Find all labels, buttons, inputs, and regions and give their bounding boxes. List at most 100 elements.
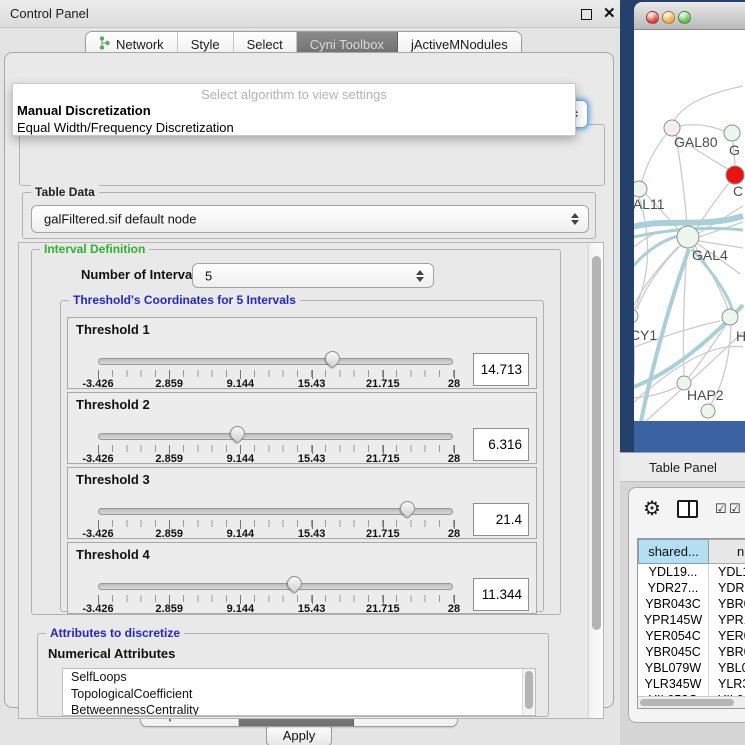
slider-tick-labels: -3.4262.8599.14415.4321.71528 (98, 528, 454, 540)
network-canvas[interactable]: GAL80GCGAL11GAL4GCY1HHAP2 (634, 30, 745, 421)
float-window-icon[interactable] (581, 9, 592, 20)
tick-label: 2.859 (155, 528, 183, 540)
table-row[interactable]: YBR045CYBR0 (638, 644, 745, 660)
network-node-label: GAL80 (674, 134, 718, 150)
zoom-traffic-light-icon[interactable] (678, 11, 691, 24)
threshold-2-value-field[interactable]: 6.316 (473, 428, 529, 461)
table-row[interactable]: YDR27...YDR2 (638, 580, 745, 596)
table-data-label: Table Data (31, 185, 99, 199)
network-edge[interactable] (679, 125, 724, 131)
table-row[interactable]: YBL079WYBL0 (638, 660, 745, 676)
attribute-list-item[interactable]: BetweennessCentrality (63, 702, 535, 716)
table-data-group: Table Data galFiltered.sif default node (22, 192, 596, 239)
table-panel-title: Table Panel (649, 453, 717, 483)
threshold-4-value-field[interactable]: 11.344 (473, 578, 529, 611)
slider-thumb[interactable] (322, 348, 343, 369)
checkbox-icon[interactable]: ☑ (715, 501, 727, 517)
network-node[interactable] (634, 181, 647, 197)
gear-icon[interactable]: ⚙ (643, 496, 661, 521)
control-panel-titlebar: Control Panel ✕ (0, 0, 620, 28)
popup-option-equal-width-frequency[interactable]: Equal Width/Frequency Discretization (17, 120, 234, 135)
settings-vertical-scrollbar[interactable] (588, 243, 603, 718)
interval-definition-group: Interval Definition Number of Intervals … (31, 249, 561, 615)
table-row[interactable]: YER054CYER0 (638, 628, 745, 644)
table-rows: YDL19...YDL1YDR27...YDR2YBR043CYBR0YPR14… (638, 564, 745, 696)
network-node[interactable] (634, 309, 638, 323)
columns-icon[interactable] (677, 500, 698, 518)
network-node-label: GAL11 (634, 196, 665, 212)
table-data-combobox[interactable]: galFiltered.sif default node (31, 205, 589, 233)
popup-option-manual-discretization[interactable]: Manual Discretization (17, 103, 151, 118)
table-cell-name[interactable]: YER0 (709, 628, 745, 644)
table-cell-shared-name[interactable]: YLR345W (638, 676, 709, 692)
table-cell-name[interactable]: YLR3 (709, 676, 745, 692)
minimize-traffic-light-icon[interactable] (662, 11, 675, 24)
network-node[interactable] (726, 166, 744, 184)
table-cell-name[interactable]: YBR0 (709, 596, 745, 612)
table-horizontal-scrollbar[interactable] (638, 696, 745, 708)
network-node[interactable] (724, 125, 740, 141)
table-cell-name[interactable]: YBR0 (709, 644, 745, 660)
table-cell-name[interactable]: YBL0 (709, 660, 745, 676)
threshold-4-slider: -3.4262.8599.14415.4321.71528 (98, 543, 453, 615)
number-of-intervals-value: 5 (205, 268, 212, 283)
attribute-list-item[interactable]: SelfLoops (63, 669, 535, 686)
attribute-list-item[interactable]: TopologicalCoefficient (63, 686, 535, 703)
close-icon[interactable]: ✕ (603, 4, 616, 24)
table-cell-shared-name[interactable]: YBR045C (638, 644, 709, 660)
close-traffic-light-icon[interactable] (646, 11, 659, 24)
network-node[interactable] (722, 309, 738, 325)
column-header-name[interactable]: n (709, 539, 745, 564)
table-row[interactable]: YDL19...YDL1 (638, 564, 745, 580)
algorithm-dropdown-popup: Select algorithm to view settings Manual… (12, 83, 576, 136)
popup-placeholder-option[interactable]: Select algorithm to view settings (13, 87, 575, 102)
table-cell-name[interactable]: YDL1 (709, 564, 745, 580)
slider-thumb[interactable] (397, 498, 418, 519)
threshold-1-slider: -3.4262.8599.14415.4321.71528 (98, 318, 453, 390)
column-header-shared-name[interactable]: shared... (638, 539, 709, 564)
slider-track[interactable] (98, 583, 453, 590)
tick-label: 28 (448, 528, 460, 540)
table-cell-shared-name[interactable]: YBR043C (638, 596, 709, 612)
table-cell-shared-name[interactable]: YDR27... (638, 580, 709, 596)
control-panel: Control Panel ✕ NetworkStyleSelectCyni T… (0, 0, 620, 745)
slider-track[interactable] (98, 433, 453, 440)
table-cell-name[interactable]: YPR1 (709, 612, 745, 628)
number-of-intervals-combobox[interactable]: 5 (192, 263, 434, 288)
table-cell-shared-name[interactable]: YPR145W (638, 612, 709, 628)
checkbox-icon[interactable]: ☑ (729, 501, 741, 517)
tick-label: 2.859 (155, 603, 183, 615)
table-cell-name[interactable]: YDR2 (709, 580, 745, 596)
tick-label: 15.43 (298, 603, 326, 615)
slider-ticks (98, 370, 454, 377)
table-cell-shared-name[interactable]: YER054C (638, 628, 709, 644)
network-edge[interactable] (634, 236, 678, 284)
tab-label: Select (247, 37, 283, 52)
list-scrollbar[interactable] (522, 669, 535, 715)
combo-stepper-icon (571, 213, 579, 225)
network-edge[interactable] (642, 133, 667, 181)
network-graph[interactable]: GAL80GCGAL11GAL4GCY1HHAP2 (634, 30, 745, 421)
table-row[interactable]: YLR345WYLR3 (638, 676, 745, 692)
table-cell-shared-name[interactable]: YDL19... (638, 564, 709, 580)
table-row[interactable]: YPR145WYPR1 (638, 612, 745, 628)
numerical-attributes-list: SelfLoopsTopologicalCoefficientBetweenne… (62, 668, 536, 716)
network-node[interactable] (677, 226, 699, 248)
network-node-label: C (733, 183, 743, 199)
list-scrollbar-thumb[interactable] (525, 671, 533, 709)
threshold-1-value-field[interactable]: 14.713 (473, 353, 529, 386)
slider-track[interactable] (98, 358, 453, 365)
settings-scrollbar-thumb[interactable] (592, 256, 601, 630)
table-scrollbar-thumb[interactable] (640, 699, 734, 706)
table-cell-shared-name[interactable]: YBL079W (638, 660, 709, 676)
slider-thumb[interactable] (284, 573, 305, 594)
threshold-3-value-field[interactable]: 21.4 (473, 503, 529, 536)
network-node-label: GCY1 (634, 327, 657, 343)
slider-thumb[interactable] (227, 423, 248, 444)
table-header-row: shared... n (638, 539, 745, 564)
apply-button[interactable]: Apply (266, 724, 332, 745)
network-edge[interactable] (674, 86, 743, 121)
thresholds-coordinates-label: Threshold's Coordinates for 5 Intervals (69, 293, 300, 307)
network-node[interactable] (701, 404, 715, 418)
table-row[interactable]: YBR043CYBR0 (638, 596, 745, 612)
